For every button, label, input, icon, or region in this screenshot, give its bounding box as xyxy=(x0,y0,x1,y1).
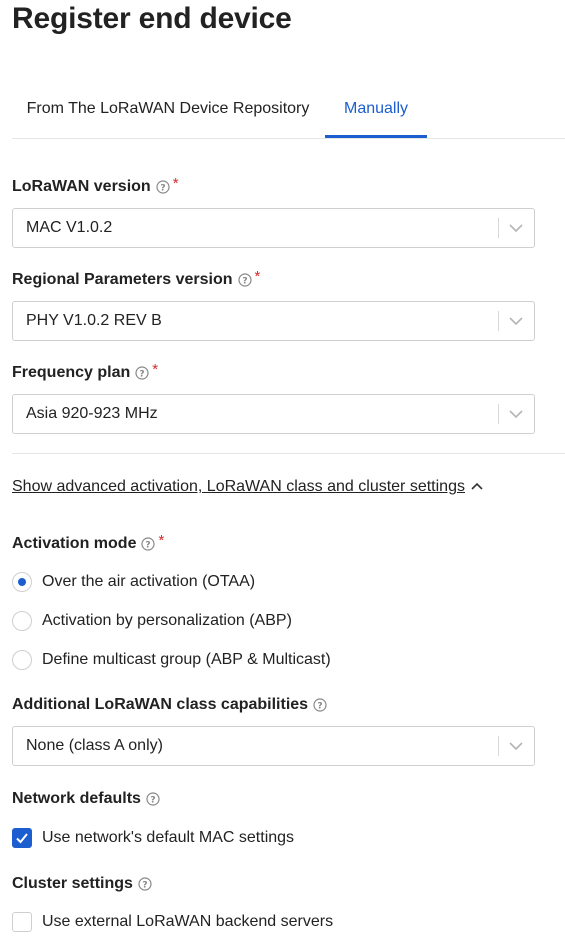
lorawan-version-label: LoRaWAN version ? * xyxy=(12,174,179,196)
svg-text:?: ? xyxy=(160,184,165,194)
help-circle-icon[interactable]: ? xyxy=(237,273,252,287)
required-marker: * xyxy=(152,360,159,378)
chevron-up-icon xyxy=(471,482,483,490)
select-separator xyxy=(498,311,499,331)
frequency-plan-value: Asia 920-923 MHz xyxy=(26,405,158,422)
chevron-down-icon[interactable] xyxy=(508,740,524,752)
required-marker: * xyxy=(254,267,261,285)
advanced-settings-toggle[interactable]: Show advanced activation, LoRaWAN class … xyxy=(12,478,483,496)
class-capabilities-label-text: Additional LoRaWAN class capabilities xyxy=(12,696,309,713)
radio-multicast[interactable]: Define multicast group (ABP & Multicast) xyxy=(12,650,331,670)
class-capabilities-value: None (class A only) xyxy=(26,737,163,754)
network-defaults-checkbox-label: Use network's default MAC settings xyxy=(42,829,295,846)
activation-mode-label: Activation mode ? * xyxy=(12,531,165,553)
svg-text:?: ? xyxy=(150,796,155,806)
activation-mode-label-text: Activation mode xyxy=(12,535,137,552)
help-circle-icon[interactable]: ? xyxy=(146,792,160,806)
lorawan-version-select[interactable]: MAC V1.0.2 xyxy=(12,208,535,248)
svg-text:?: ? xyxy=(317,702,322,712)
svg-text:?: ? xyxy=(242,277,247,287)
network-defaults-label: Network defaults ? xyxy=(12,790,160,808)
required-marker: * xyxy=(172,174,179,192)
help-circle-icon[interactable]: ? xyxy=(135,366,149,380)
class-capabilities-select[interactable]: None (class A only) xyxy=(12,726,535,766)
select-separator xyxy=(498,218,499,238)
tab-bar: From The LoRaWAN Device Repository Manua… xyxy=(12,88,565,139)
regional-params-select[interactable]: PHY V1.0.2 REV B xyxy=(12,301,535,341)
frequency-plan-label: Frequency plan ? * xyxy=(12,360,159,382)
tab-device-repository[interactable]: From The LoRaWAN Device Repository xyxy=(12,88,324,136)
cluster-settings-label-text: Cluster settings xyxy=(12,875,133,892)
chevron-down-icon[interactable] xyxy=(508,315,524,327)
select-separator xyxy=(498,404,499,424)
radio-button[interactable] xyxy=(12,650,32,670)
page-title: Register end device xyxy=(12,2,292,35)
lorawan-version-value: MAC V1.0.2 xyxy=(26,219,113,236)
advanced-settings-toggle-label: Show advanced activation, LoRaWAN class … xyxy=(12,478,465,495)
select-separator xyxy=(498,736,499,756)
chevron-down-icon[interactable] xyxy=(508,222,524,234)
regional-params-label: Regional Parameters version ? * xyxy=(12,267,261,289)
class-capabilities-label: Additional LoRaWAN class capabilities ? xyxy=(12,696,327,714)
radio-multicast-label: Define multicast group (ABP & Multicast) xyxy=(42,651,331,668)
regional-params-value: PHY V1.0.2 REV B xyxy=(26,312,162,329)
radio-otaa-label: Over the air activation (OTAA) xyxy=(42,573,256,590)
external-backend-checkbox-label: Use external LoRaWAN backend servers xyxy=(42,913,334,930)
section-divider xyxy=(12,453,565,454)
radio-abp[interactable]: Activation by personalization (ABP) xyxy=(12,611,292,631)
required-marker: * xyxy=(158,531,165,549)
regional-params-label-text: Regional Parameters version xyxy=(12,271,233,288)
help-circle-icon[interactable]: ? xyxy=(313,698,327,712)
checkmark-icon xyxy=(16,833,28,844)
help-circle-icon[interactable]: ? xyxy=(138,877,152,891)
radio-button[interactable] xyxy=(12,611,32,631)
lorawan-version-label-text: LoRaWAN version xyxy=(12,178,151,195)
svg-text:?: ? xyxy=(142,881,147,891)
cluster-settings-label: Cluster settings ? xyxy=(12,875,152,893)
radio-abp-label: Activation by personalization (ABP) xyxy=(42,612,292,629)
frequency-plan-label-text: Frequency plan xyxy=(12,364,131,381)
help-circle-icon[interactable]: ? xyxy=(156,180,170,194)
frequency-plan-select[interactable]: Asia 920-923 MHz xyxy=(12,394,535,434)
radio-button-checked[interactable] xyxy=(12,572,32,592)
tab-manually[interactable]: Manually xyxy=(325,88,427,138)
help-circle-icon[interactable]: ? xyxy=(141,537,156,551)
network-defaults-label-text: Network defaults xyxy=(12,790,141,807)
radio-otaa[interactable]: Over the air activation (OTAA) xyxy=(12,572,255,592)
cluster-settings-checkbox-row[interactable]: Use external LoRaWAN backend servers xyxy=(12,912,333,932)
svg-text:?: ? xyxy=(146,541,151,551)
chevron-down-icon[interactable] xyxy=(508,408,524,420)
network-defaults-checkbox[interactable] xyxy=(12,828,32,848)
external-backend-checkbox[interactable] xyxy=(12,912,32,932)
network-defaults-checkbox-row[interactable]: Use network's default MAC settings xyxy=(12,828,294,848)
svg-text:?: ? xyxy=(140,370,145,380)
